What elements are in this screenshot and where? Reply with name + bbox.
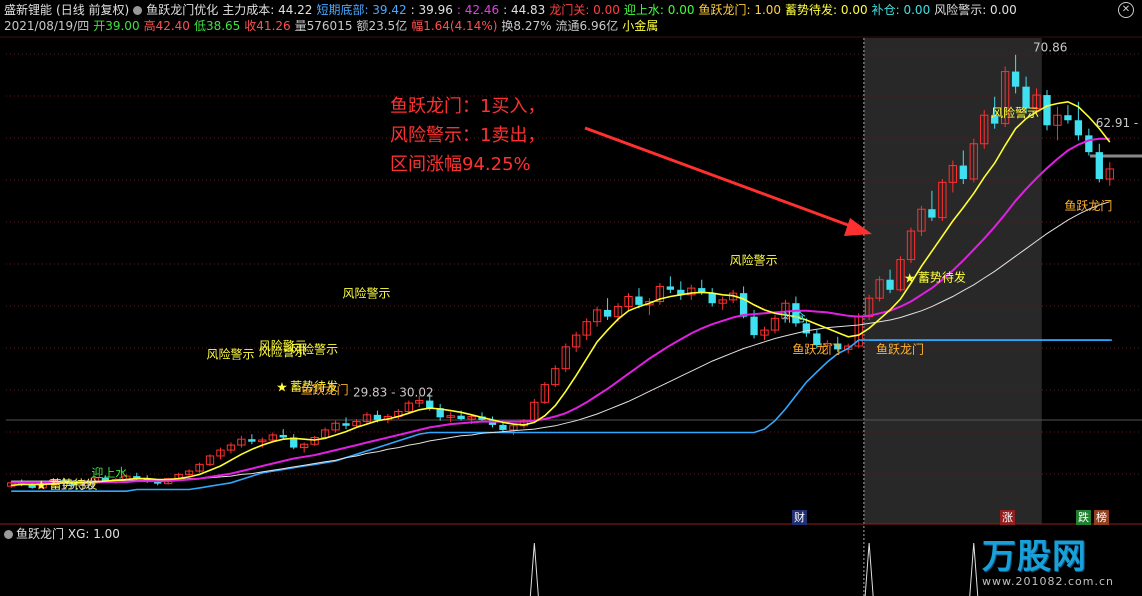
candle-body	[279, 434, 287, 438]
watermark-url: www.201082.com.cn	[982, 575, 1114, 588]
sub-settings-dot-icon[interactable]	[4, 530, 13, 539]
chart-label: 补仓	[782, 311, 806, 325]
signal-spike	[969, 542, 979, 596]
candle-body	[154, 481, 162, 484]
candle-body	[1011, 71, 1020, 87]
watermark-title: 万股网	[982, 537, 1088, 577]
candle-body	[708, 293, 716, 304]
signal-spike	[864, 542, 874, 596]
candle-body	[635, 296, 643, 305]
chart-label: 70.86	[1033, 40, 1067, 54]
annotation-line-2: 风险警示：1卖出，	[390, 125, 546, 146]
annotation-line-3: 区间涨幅94.25%	[390, 154, 531, 175]
candle-body	[1074, 120, 1083, 136]
chart-canvas: 风险警示风险警示风险警示风险警示风险警示风险警示风险警示蓄势待发蓄势待发蓄势待发…	[0, 36, 1142, 596]
chart-label: 鱼跃龙门	[792, 342, 840, 357]
candle-body	[457, 415, 465, 420]
chart-label: 19.30	[60, 479, 94, 493]
candle-body	[342, 423, 350, 426]
chart-label: 风险警示	[259, 344, 307, 359]
annotation-text: 鱼跃龙门：1买入， 风险警示：1卖出， 区间涨幅94.25%	[390, 92, 545, 179]
chart-label: 鱼跃龙门	[1064, 198, 1112, 213]
flag-cai[interactable]: 财	[792, 510, 807, 525]
flag-bang[interactable]: 榜	[1094, 510, 1109, 525]
star-icon: ★	[276, 381, 288, 396]
chart-label: 风险警示	[991, 105, 1039, 120]
candle-body	[1064, 115, 1072, 121]
chart-label: 风险警示	[342, 285, 390, 300]
sub-chart-title[interactable]: 鱼跃龙门	[16, 527, 64, 541]
watermark: 万股网 www.201082.com.cn	[982, 539, 1114, 588]
chart-label: 鱼跃龙门	[301, 382, 349, 397]
candle-body	[739, 293, 748, 317]
candle-body	[1095, 152, 1103, 179]
candle-body	[373, 414, 382, 420]
star-icon: ★	[904, 271, 916, 286]
annotation-arrow	[584, 126, 857, 230]
star-icon: ★	[36, 479, 48, 494]
sub-chart-value: XG: 1.00	[67, 527, 120, 541]
flag-die[interactable]: 跌	[1076, 510, 1091, 525]
candle-body	[603, 309, 612, 317]
chart-label: 29.83 - 30.02	[353, 385, 434, 399]
annotation-line-1: 鱼跃龙门：1买入，	[390, 96, 546, 117]
chart-label: 鱼跃龙门	[876, 342, 924, 357]
candle-body	[248, 439, 256, 442]
candle-body	[1085, 135, 1093, 153]
chart-label: 风险警示	[730, 253, 778, 268]
sub-chart-header: 鱼跃龙门 XG: 1.00	[4, 526, 120, 542]
candle-body	[928, 209, 936, 218]
candle-body	[666, 286, 675, 290]
chart-label: 62.91 - 61	[1096, 116, 1142, 130]
candle-body	[499, 424, 507, 430]
candle-body	[750, 316, 758, 336]
candle-body	[959, 165, 967, 179]
candle-body	[426, 400, 434, 409]
candle-body	[1043, 95, 1051, 126]
chart-label: 风险警示	[206, 347, 254, 362]
signal-spike	[529, 542, 539, 596]
chart-label: 蓄势待发	[918, 269, 966, 284]
flag-zhang[interactable]: 涨	[1000, 510, 1015, 525]
chart-label: 迎上水	[91, 466, 127, 480]
candle-body	[886, 279, 894, 290]
